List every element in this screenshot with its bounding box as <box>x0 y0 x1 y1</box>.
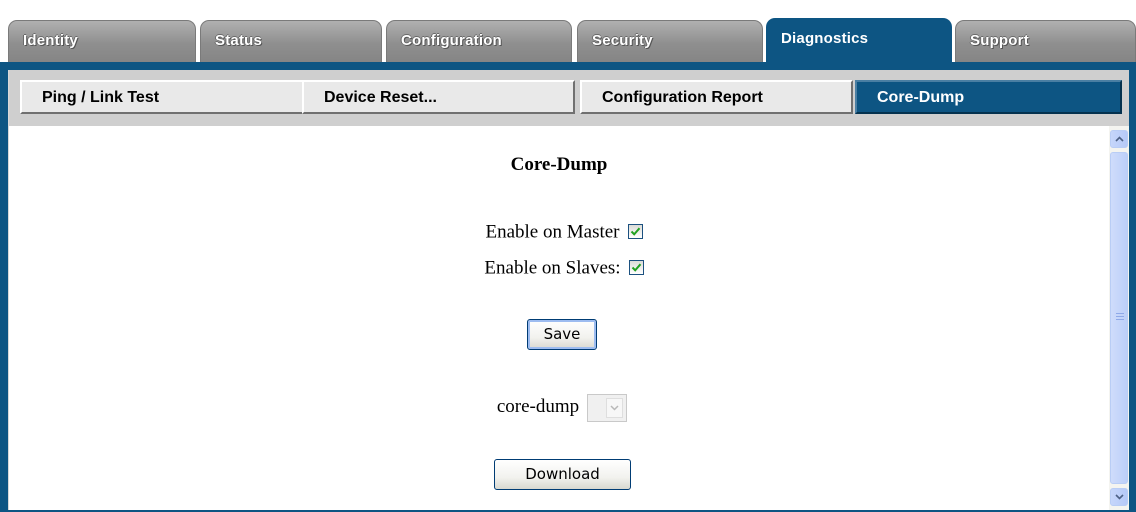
tab-support[interactable]: Support <box>955 20 1136 62</box>
scroll-grip-line <box>1116 313 1124 314</box>
page-title: Core-Dump <box>510 154 608 175</box>
select-arrow-button[interactable] <box>606 397 624 418</box>
tab-configuration[interactable]: Configuration <box>386 20 572 62</box>
save-button[interactable]: Save <box>527 319 597 350</box>
sub-tab-bar: Ping / Link Test Device Reset... Configu… <box>9 70 1129 126</box>
scroll-down-button[interactable] <box>1110 488 1128 506</box>
subtab-device-reset[interactable]: Device Reset... <box>302 80 575 114</box>
enable-master-checkbox[interactable] <box>627 224 643 240</box>
content-panel: Ping / Link Test Device Reset... Configu… <box>8 70 1129 510</box>
enable-slaves-row: Enable on Slaves: <box>9 256 1119 280</box>
chevron-down-icon <box>1115 494 1124 500</box>
check-icon <box>631 263 641 272</box>
tab-identity[interactable]: Identity <box>8 20 196 62</box>
tab-diagnostics[interactable]: Diagnostics <box>766 18 952 64</box>
core-dump-select-row: core-dump <box>9 392 1115 422</box>
check-icon <box>630 227 640 236</box>
core-dump-form: Core-Dump Enable on Master Enable on Sla… <box>9 126 1109 510</box>
subtab-configuration-report[interactable]: Configuration Report <box>580 80 853 114</box>
enable-master-row: Enable on Master <box>9 220 1119 244</box>
vertical-scrollbar[interactable] <box>1109 126 1129 510</box>
main-tab-strip: Identity Status Configuration Security D… <box>0 0 1136 64</box>
core-dump-select-label: core-dump <box>496 396 580 417</box>
subtab-core-dump[interactable]: Core-Dump <box>855 80 1122 114</box>
core-dump-select[interactable] <box>587 393 628 422</box>
chevron-up-icon <box>1115 136 1124 142</box>
chevron-down-icon <box>610 405 619 411</box>
download-button[interactable]: Download <box>494 459 631 490</box>
tab-status[interactable]: Status <box>200 20 382 62</box>
scroll-up-button[interactable] <box>1110 130 1128 148</box>
content-frame: Ping / Link Test Device Reset... Configu… <box>0 62 1136 512</box>
enable-slaves-label: Enable on Slaves: <box>484 257 621 279</box>
scroll-grip-line <box>1116 319 1124 320</box>
scrollbar-thumb[interactable] <box>1110 152 1128 484</box>
scroll-grip-line <box>1116 316 1124 317</box>
enable-master-label: Enable on Master <box>485 221 620 243</box>
enable-slaves-checkbox[interactable] <box>628 260 644 276</box>
subtab-ping-link-test[interactable]: Ping / Link Test <box>20 80 305 114</box>
tab-security[interactable]: Security <box>577 20 763 62</box>
